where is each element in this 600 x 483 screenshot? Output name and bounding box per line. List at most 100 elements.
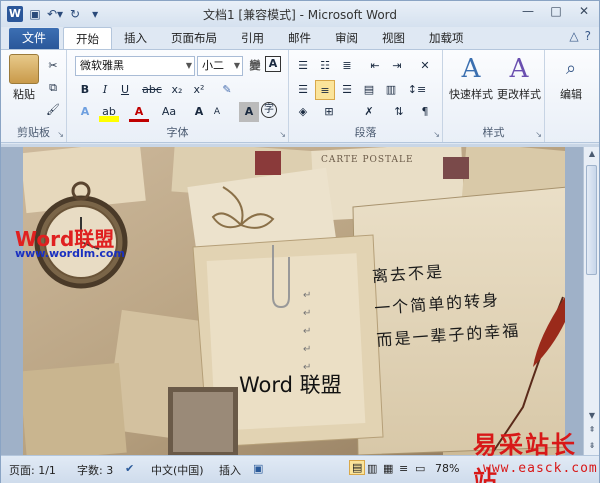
char-shading-icon[interactable]: A	[239, 102, 259, 122]
word-count[interactable]: 字数: 3	[77, 462, 113, 478]
line-spacing-icon[interactable]: ↕≡	[407, 80, 427, 100]
page-count[interactable]: 页面: 1/1	[9, 462, 56, 478]
shrink-font-button[interactable]: A	[207, 102, 227, 122]
full-screen-reading-icon[interactable]: ▥	[367, 462, 377, 475]
zoom-level[interactable]: 78%	[435, 462, 459, 475]
shading-icon[interactable]: ◈	[293, 102, 313, 122]
scroll-up-icon[interactable]: ▲	[584, 147, 600, 161]
show-marks-icon[interactable]: ¶	[415, 102, 435, 122]
numbering-icon[interactable]: ☷	[315, 56, 335, 76]
quick-styles-icon: A	[461, 54, 481, 84]
bold-button[interactable]: B	[75, 80, 95, 100]
editing-button[interactable]: ⌕ 编辑	[551, 54, 591, 102]
tab-home[interactable]: 开始	[63, 27, 112, 49]
font-size-combo[interactable]: 小二 ▼	[197, 56, 243, 76]
postcard-text: CARTE POSTALE	[321, 155, 414, 165]
increase-indent-icon[interactable]: ⇥	[387, 56, 407, 76]
tab-addins[interactable]: 加载项	[417, 27, 476, 49]
paste-label: 粘贴	[13, 88, 35, 101]
document-area[interactable]: CARTE POSTALE ↵ ↵ ↵ ↵ ↵ ↵ 离去不是 一个简单的转身 而是一辈子的…	[1, 147, 583, 455]
font-name-value: 微软雅黑	[80, 59, 124, 72]
sort-icon[interactable]: ⇅	[389, 102, 409, 122]
font-group-label: 字体	[166, 126, 189, 139]
minimize-ribbon-icon[interactable]: △	[569, 29, 578, 43]
tab-mailings[interactable]: 邮件	[276, 27, 323, 49]
scroll-thumb[interactable]	[586, 165, 597, 275]
align-center-icon[interactable]: ≡	[315, 80, 335, 100]
italic-button[interactable]: I	[95, 80, 115, 100]
editing-label: 编辑	[560, 88, 582, 101]
maximize-button[interactable]: □	[547, 4, 565, 18]
clipboard-group-label: 剪贴板	[17, 126, 50, 139]
asian-layout-icon[interactable]: ✗	[359, 102, 379, 122]
distributed-icon[interactable]: ▥	[381, 80, 401, 100]
paragraph-launcher-icon[interactable]: ↘	[433, 130, 440, 139]
tab-references[interactable]: 引用	[229, 27, 276, 49]
language-indicator[interactable]: 中文(中国)	[151, 462, 204, 478]
change-case-button[interactable]: Aa	[157, 102, 181, 122]
multilevel-list-icon[interactable]: ≣	[337, 56, 357, 76]
window-title: 文档1 [兼容模式] - Microsoft Word	[202, 8, 398, 22]
enclose-char-icon[interactable]: 字	[261, 102, 277, 118]
copy-icon[interactable]: ⧉	[43, 78, 63, 98]
quick-styles-label: 快速样式	[449, 88, 493, 101]
align-left-icon[interactable]: ☰	[293, 80, 313, 100]
format-painter-icon[interactable]: 🖌	[43, 100, 63, 120]
subscript-button[interactable]: x₂	[167, 80, 187, 100]
tab-insert[interactable]: 插入	[112, 27, 159, 49]
paste-button[interactable]: 粘贴	[7, 54, 41, 102]
styles-launcher-icon[interactable]: ↘	[535, 130, 542, 139]
change-styles-icon: A	[509, 54, 529, 84]
grow-font-button[interactable]: A	[189, 102, 209, 122]
ribbon-tab-row: 文件 开始 插入 页面布局 引用 邮件 审阅 视图 加载项 △ ?	[1, 27, 599, 49]
paragraph-group-label: 段落	[354, 126, 377, 139]
paste-icon	[9, 54, 39, 84]
tab-view[interactable]: 视图	[370, 27, 417, 49]
document-page[interactable]: CARTE POSTALE ↵ ↵ ↵ ↵ ↵ ↵ 离去不是 一个简单的转身 而是一辈子的…	[23, 147, 565, 455]
scroll-down-icon[interactable]: ▼	[584, 409, 600, 423]
bullets-icon[interactable]: ☰	[293, 56, 313, 76]
ribbon-help-area: △ ?	[569, 29, 591, 43]
tab-file[interactable]: 文件	[9, 28, 59, 49]
chevron-down-icon: ▼	[185, 61, 192, 70]
quick-styles-button[interactable]: A 快速样式	[447, 54, 495, 102]
align-right-icon[interactable]: ☰	[337, 80, 357, 100]
font-color-button[interactable]: A	[129, 102, 149, 122]
cut-icon[interactable]: ✂	[43, 56, 63, 76]
superscript-button[interactable]: x²	[189, 80, 209, 100]
vertical-scrollbar[interactable]: ▲ ▼ ⇞ ⇟	[583, 147, 599, 455]
borders-icon[interactable]: ⊞	[319, 102, 339, 122]
font-name-combo[interactable]: 微软雅黑 ▼	[75, 56, 195, 76]
print-layout-icon[interactable]: ▤	[349, 460, 366, 475]
editing-group: ⌕ 编辑	[545, 50, 597, 142]
minimize-button[interactable]: —	[519, 4, 537, 18]
chinese-layout-icon[interactable]: ✕	[415, 56, 435, 76]
tab-review[interactable]: 审阅	[323, 27, 370, 49]
justify-icon[interactable]: ▤	[359, 80, 379, 100]
change-styles-label: 更改样式	[497, 88, 541, 101]
font-launcher-icon[interactable]: ↘	[279, 130, 286, 139]
styles-group: A 快速样式 A 更改样式 样式 ↘	[443, 50, 545, 142]
tab-page-layout[interactable]: 页面布局	[159, 27, 229, 49]
document-main-text[interactable]: Word 联盟	[239, 369, 342, 399]
decrease-indent-icon[interactable]: ⇤	[365, 56, 385, 76]
char-border-icon[interactable]: A	[265, 56, 281, 72]
paragraph-group: ☰ ☷ ≣ ⇤ ⇥ ✕ ☰ ≡ ☰ ▤ ▥ ↕≡ ◈ ⊞ ✗ ⇅ ¶ 段落 ↘	[289, 50, 443, 142]
web-layout-icon[interactable]: ▦	[383, 462, 393, 475]
close-button[interactable]: ✕	[575, 4, 593, 18]
insert-mode[interactable]: 插入	[219, 462, 241, 478]
draft-view-icon[interactable]: ▭	[415, 462, 425, 475]
change-styles-button[interactable]: A 更改样式	[495, 54, 543, 102]
underline-button[interactable]: U	[115, 80, 135, 100]
highlight-color-icon[interactable]: ab	[99, 102, 119, 122]
pinyin-guide-icon[interactable]: 變	[245, 56, 265, 76]
help-icon[interactable]: ?	[585, 29, 591, 43]
macro-record-icon[interactable]: ▣	[253, 462, 263, 475]
text-effects-icon[interactable]: ✎	[217, 80, 237, 100]
word-window: W ▣ ↶▾ ↻ ▾ 文档1 [兼容模式] - Microsoft Word —…	[0, 0, 600, 483]
text-effect-a-icon[interactable]: A	[75, 102, 95, 122]
clipboard-launcher-icon[interactable]: ↘	[57, 130, 64, 139]
proofing-icon[interactable]: ✔	[125, 462, 134, 475]
strikethrough-button[interactable]: abc	[139, 80, 165, 100]
outline-view-icon[interactable]: ≡	[399, 462, 408, 475]
